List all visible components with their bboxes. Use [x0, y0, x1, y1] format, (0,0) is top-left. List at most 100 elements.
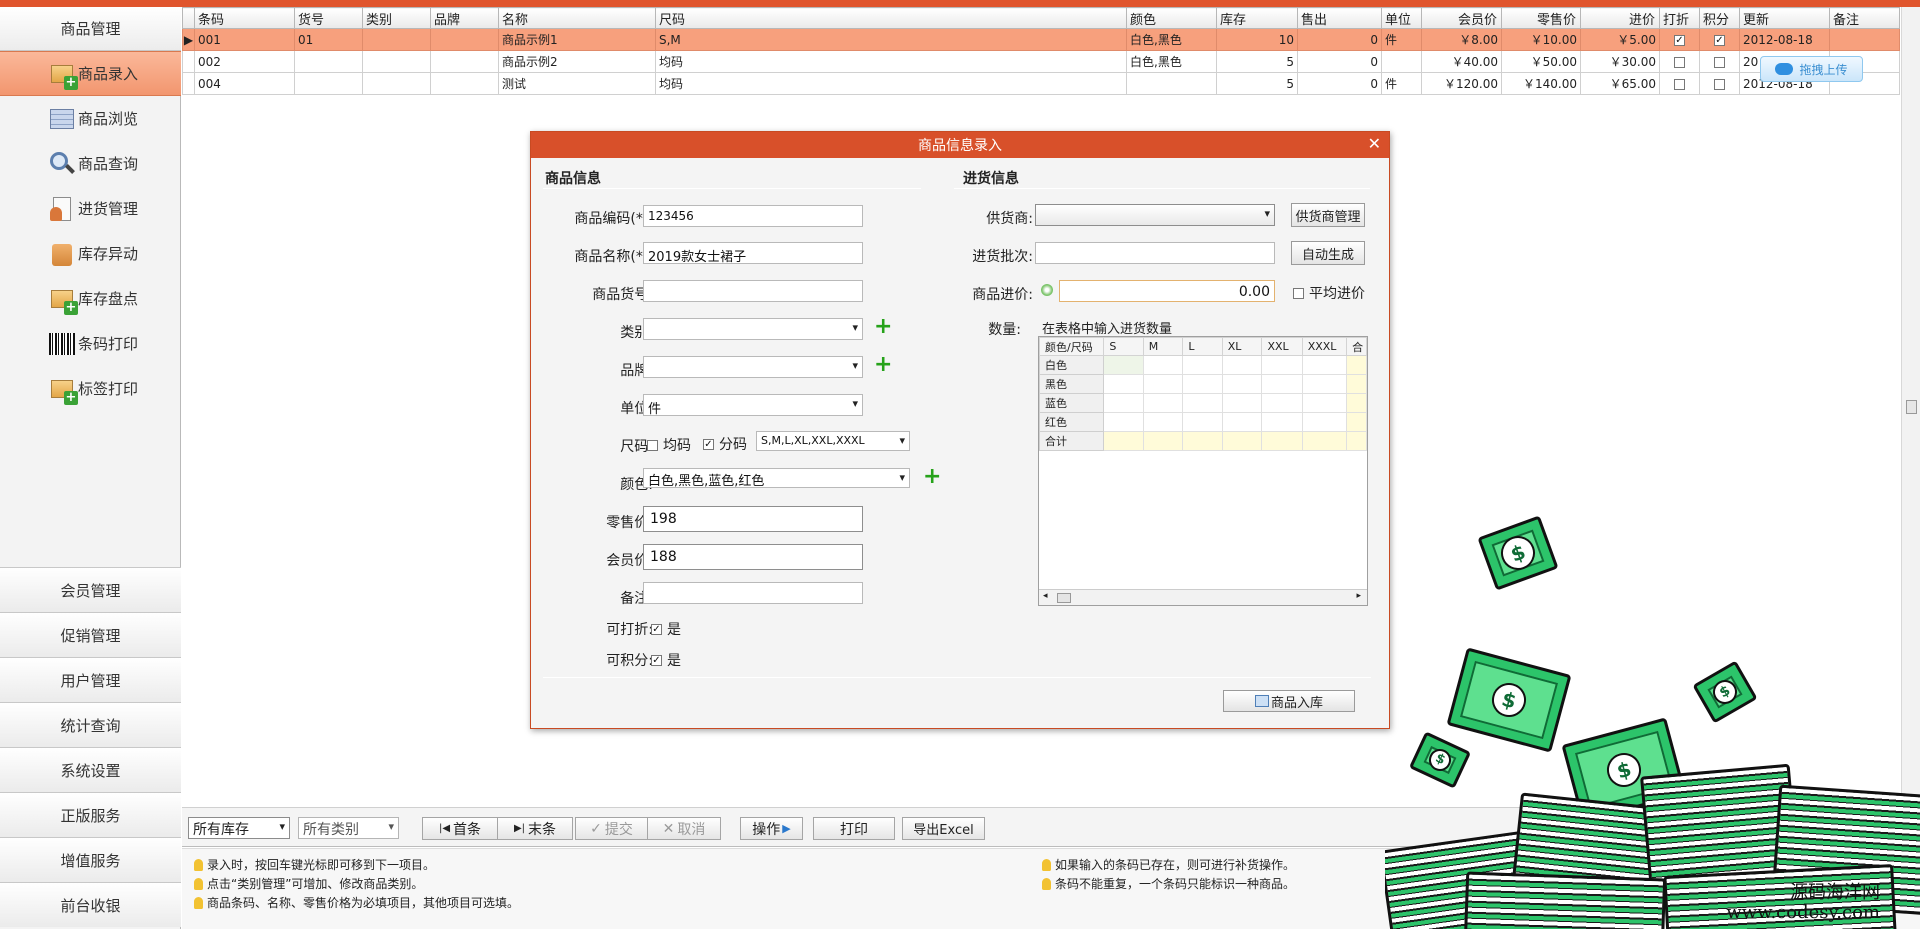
grid-cell[interactable]: [1142, 355, 1184, 375]
grid-cell[interactable]: [1182, 393, 1223, 413]
cell-brand[interactable]: [430, 28, 499, 51]
cell-member-price[interactable]: ￥8.00: [1421, 28, 1502, 51]
cell-sold[interactable]: 0: [1297, 50, 1382, 73]
cell-sku[interactable]: [294, 72, 363, 95]
sidebar-item-product-add[interactable]: + 商品录入: [0, 51, 181, 96]
column-header[interactable]: 会员价: [1421, 7, 1502, 29]
cell-points[interactable]: [1699, 72, 1740, 95]
grid-cell[interactable]: [1301, 355, 1348, 375]
nav-license[interactable]: 正版服务: [0, 792, 181, 837]
grid-row[interactable]: 黑色: [1039, 374, 1367, 394]
discount-checkbox[interactable]: [1674, 56, 1685, 68]
cell-retail-price[interactable]: ￥140.00: [1501, 72, 1581, 95]
avg-cost-checkbox[interactable]: [1293, 287, 1304, 299]
grid-row[interactable]: 红色: [1039, 412, 1367, 432]
sidebar-item-product-browse[interactable]: 商品浏览: [0, 96, 181, 141]
cell-member-price[interactable]: ￥40.00: [1421, 50, 1502, 73]
grid-cell[interactable]: [1103, 393, 1144, 413]
discount-checkbox[interactable]: ✓: [1674, 34, 1685, 46]
member-price-input[interactable]: 188: [643, 544, 863, 570]
column-header[interactable]: 品牌: [430, 7, 499, 29]
drag-upload-button[interactable]: 拖拽上传: [1760, 56, 1863, 82]
grid-cell[interactable]: [1142, 412, 1184, 432]
grid-horizontal-scrollbar[interactable]: ◂ ▸: [1039, 589, 1367, 605]
cell-size[interactable]: 均码: [655, 72, 1127, 95]
cell-updated[interactable]: 2012-08-18: [1739, 28, 1830, 51]
grid-cell[interactable]: [1142, 374, 1184, 394]
grid-cell[interactable]: [1261, 393, 1303, 413]
cell-category[interactable]: [362, 50, 431, 73]
category-select[interactable]: [643, 318, 863, 340]
cell-unit[interactable]: 件: [1381, 72, 1422, 95]
cost-input[interactable]: 0.00: [1059, 280, 1275, 302]
column-header[interactable]: 打折: [1659, 7, 1700, 29]
grid-row[interactable]: 白色: [1039, 355, 1367, 375]
cell-retail-price[interactable]: ￥10.00: [1501, 28, 1581, 51]
dialog-titlebar[interactable]: 商品信息录入 ✕: [531, 132, 1389, 158]
cell-cost[interactable]: ￥65.00: [1580, 72, 1660, 95]
cell-stock[interactable]: 10: [1216, 28, 1298, 51]
commit-button[interactable]: ✓ 提交: [575, 817, 648, 840]
discount-option[interactable]: ✓ 是: [651, 619, 681, 639]
nav-user[interactable]: 用户管理: [0, 657, 181, 702]
column-header[interactable]: 名称: [498, 7, 656, 29]
size-uniform-option[interactable]: 均码: [647, 435, 691, 455]
column-header[interactable]: 更新: [1739, 7, 1830, 29]
nav-cashier[interactable]: 前台收银: [0, 882, 181, 927]
column-header[interactable]: 颜色: [1126, 7, 1217, 29]
scroll-left-icon[interactable]: ◂: [1043, 591, 1048, 601]
grid-cell[interactable]: [1103, 355, 1144, 375]
add-color-icon[interactable]: +: [923, 466, 941, 488]
cell-barcode[interactable]: 004: [194, 72, 295, 95]
grid-cell[interactable]: [1182, 374, 1223, 394]
nav-promotion[interactable]: 促销管理: [0, 612, 181, 657]
cell-name[interactable]: 测试: [498, 72, 656, 95]
cell-cost[interactable]: ￥30.00: [1580, 50, 1660, 73]
cell-stock[interactable]: 5: [1216, 50, 1298, 73]
scrollbar-thumb[interactable]: [1906, 400, 1917, 414]
print-button[interactable]: 打印: [813, 817, 895, 840]
table-row[interactable]: 004 测试 均码 5 0 件 ￥120.00 ￥140.00 ￥65.00 2…: [182, 72, 1900, 95]
cell-color[interactable]: 白色,黑色: [1126, 28, 1217, 51]
cell-name[interactable]: 商品示例1: [498, 28, 656, 51]
brand-select[interactable]: [643, 356, 863, 378]
close-icon[interactable]: ✕: [1368, 134, 1381, 153]
grid-cell[interactable]: [1301, 374, 1348, 394]
grid-cell[interactable]: [1103, 412, 1144, 432]
sidebar-item-stock-check[interactable]: + 库存盘点: [0, 276, 181, 321]
note-input[interactable]: [643, 582, 863, 604]
size-list-select[interactable]: S,M,L,XL,XXL,XXXL: [756, 431, 910, 451]
first-record-button[interactable]: |◀ 首条: [422, 817, 498, 840]
cell-name[interactable]: 商品示例2: [498, 50, 656, 73]
cell-sku[interactable]: 01: [294, 28, 363, 51]
discount-yes-checkbox[interactable]: ✓: [651, 623, 662, 635]
cell-barcode[interactable]: 001: [194, 28, 295, 51]
cell-note[interactable]: [1829, 28, 1900, 51]
product-code-input[interactable]: 123456: [643, 205, 863, 227]
grid-cell[interactable]: [1221, 374, 1263, 394]
cell-size[interactable]: 均码: [655, 50, 1127, 73]
batch-input[interactable]: [1035, 242, 1275, 264]
column-header[interactable]: 进价: [1580, 7, 1660, 29]
cell-points[interactable]: [1699, 50, 1740, 73]
sidebar-item-purchase[interactable]: 进货管理: [0, 186, 181, 231]
points-yes-checkbox[interactable]: ✓: [651, 654, 662, 666]
cell-sku[interactable]: [294, 50, 363, 73]
scroll-right-icon[interactable]: ▸: [1356, 591, 1361, 601]
cell-unit[interactable]: [1381, 50, 1422, 73]
grid-cell[interactable]: [1261, 412, 1303, 432]
nav-statistics[interactable]: 统计查询: [0, 702, 181, 747]
sidebar-header[interactable]: 商品管理: [0, 7, 181, 51]
nav-member[interactable]: 会员管理: [0, 567, 181, 612]
cell-category[interactable]: [362, 28, 431, 51]
column-header[interactable]: 条码: [194, 7, 295, 29]
points-checkbox[interactable]: [1714, 78, 1725, 90]
grid-cell[interactable]: [1261, 355, 1303, 375]
column-header[interactable]: 类别: [362, 7, 431, 29]
grid-cell[interactable]: [1142, 393, 1184, 413]
retail-price-input[interactable]: 198: [643, 506, 863, 532]
grid-cell[interactable]: [1221, 412, 1263, 432]
avg-cost-option[interactable]: 平均进价: [1293, 283, 1365, 303]
nav-value-added[interactable]: 增值服务: [0, 837, 181, 882]
points-option[interactable]: ✓ 是: [651, 650, 681, 670]
